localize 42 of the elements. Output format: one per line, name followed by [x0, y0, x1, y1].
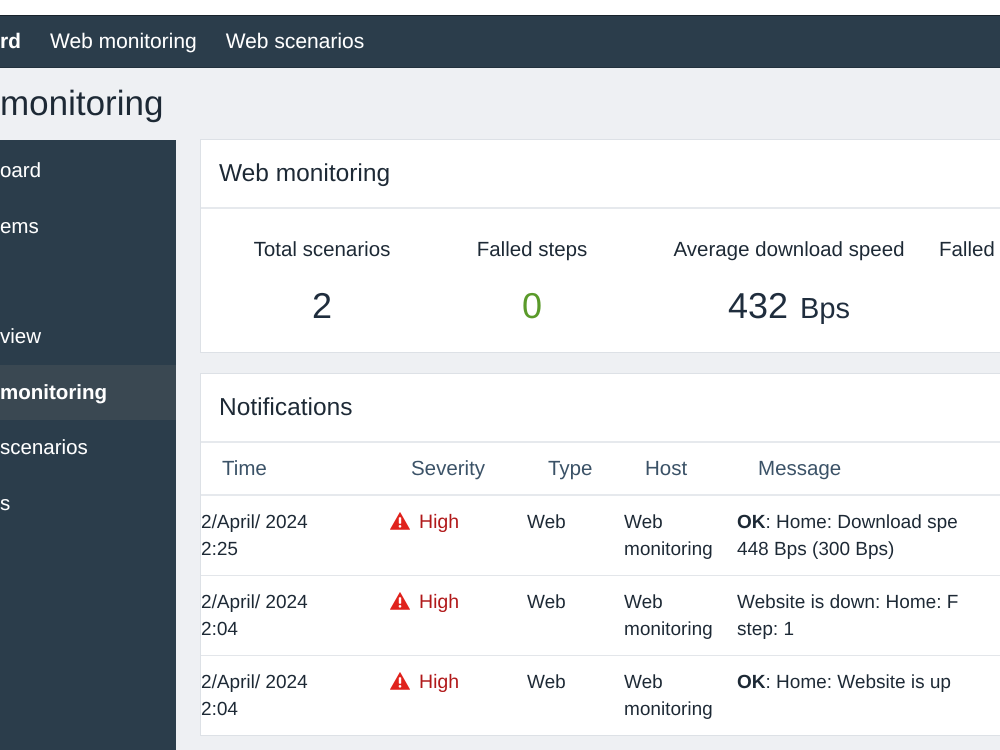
message-cell-text: OK: Home: Website is up	[737, 671, 952, 695]
time-cell-text: 2/April/ 2024 2:04	[201, 591, 308, 642]
sidebar-item[interactable]: ems	[0, 198, 176, 254]
message-cell-text: OK: Home: Download spe 448 Bps (300 Bps)	[737, 511, 958, 562]
severity-label: High	[419, 510, 460, 535]
sidebar-item[interactable]: view	[0, 309, 176, 364]
nav-link[interactable]: rd	[0, 28, 21, 56]
stat-value: 2	[312, 284, 332, 328]
time-cell-text: 2/April/ 2024 2:25	[201, 511, 308, 562]
sidebar-item[interactable]: s	[0, 476, 176, 531]
host-cell-text: Web monitoring	[624, 511, 714, 562]
column-header: Time	[222, 456, 267, 482]
host-cell-text: Web monitoring	[624, 671, 714, 722]
page-title: monitoring	[0, 83, 164, 125]
column-header: Host	[645, 456, 688, 482]
stat-label: Total scenarios	[254, 237, 390, 263]
warning-icon	[390, 592, 410, 610]
severity-label: High	[419, 670, 460, 695]
card-title: Web monitoring	[219, 160, 390, 188]
host-cell-text: Web monitoring	[624, 591, 714, 642]
severity-label: High	[419, 590, 460, 615]
nav-link[interactable]: Web scenarios	[226, 28, 364, 56]
type-cell-text: Web	[527, 591, 566, 615]
stat-label: Falled steps	[476, 237, 588, 263]
sidebar-item[interactable]: monitoring	[0, 364, 176, 420]
message-cell-text: Website is down: Home: F step: 1	[737, 591, 958, 642]
stat-value: 432 Bps	[728, 284, 850, 328]
nav-link[interactable]: Web monitoring	[50, 28, 197, 56]
time-cell-text: 2/April/ 2024 2:04	[201, 671, 308, 722]
stat-label: Average download speed	[674, 237, 904, 263]
card-title: Notifications	[219, 394, 352, 422]
sidebar-item[interactable]: oard	[0, 143, 176, 198]
column-header: Severity	[411, 456, 486, 482]
type-cell-text: Web	[527, 671, 566, 695]
column-header: Type	[548, 456, 592, 482]
stat-label: Falled	[939, 237, 995, 263]
column-header: Message	[758, 456, 842, 482]
warning-icon	[390, 512, 410, 530]
warning-icon	[390, 672, 410, 690]
type-cell-text: Web	[527, 511, 566, 535]
stat-value: 0	[522, 284, 542, 328]
sidebar-item[interactable]: scenarios	[0, 420, 176, 476]
